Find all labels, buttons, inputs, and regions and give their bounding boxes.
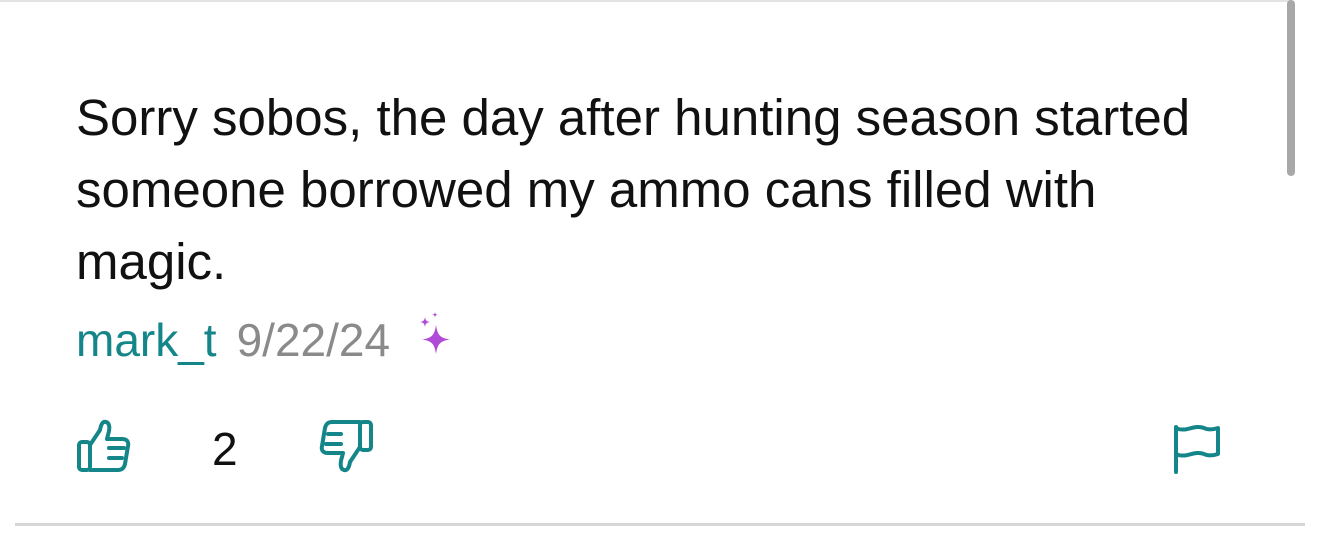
comment-card: Sorry sobos, the day after hunting seaso… <box>0 0 1290 533</box>
comment-body: Sorry sobos, the day after hunting seaso… <box>76 89 1191 290</box>
sparkle-icon <box>412 311 458 363</box>
flag-icon[interactable] <box>1172 424 1222 474</box>
comment-meta: mark_t 9/22/24 <box>76 310 458 370</box>
comment-author-link[interactable]: mark_t <box>76 313 217 367</box>
vote-count: 2 <box>212 423 238 475</box>
thumbs-down-icon[interactable] <box>318 418 374 474</box>
bottom-divider <box>15 523 1305 526</box>
thumbs-up-icon[interactable] <box>76 418 132 474</box>
comment-actions: 2 <box>76 418 1226 478</box>
comment-date: 9/22/24 <box>236 314 391 366</box>
